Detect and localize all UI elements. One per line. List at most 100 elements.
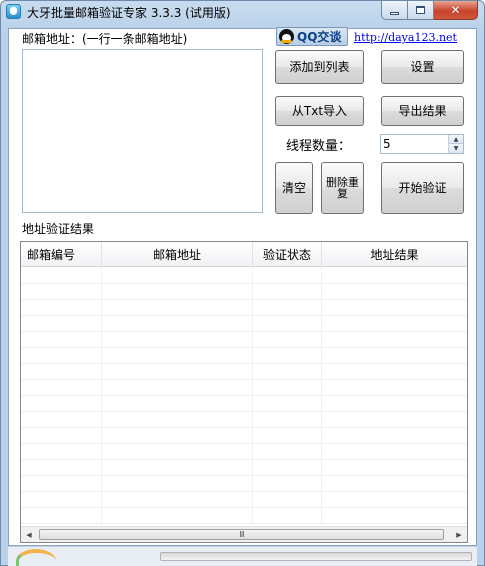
table-cell: [102, 428, 253, 444]
table-row: [21, 396, 467, 412]
table-cell: [253, 332, 322, 348]
table-cell: [253, 364, 322, 380]
table-cell: [253, 348, 322, 364]
table-cell: [102, 476, 253, 492]
table-cell: [253, 460, 322, 476]
table-cell: [253, 396, 322, 412]
table-cell: [21, 476, 102, 492]
table-cell: [322, 444, 467, 460]
title-bar[interactable]: 大牙批量邮箱验证专家 3.3.3 (试用版) ✕: [1, 1, 484, 23]
table-cell: [253, 380, 322, 396]
table-cell: [102, 348, 253, 364]
results-group-label: 地址验证结果: [22, 222, 95, 236]
close-icon: ✕: [450, 3, 461, 17]
table-row: [21, 364, 467, 380]
progress-bar: [160, 552, 472, 561]
table-cell: [253, 412, 322, 428]
status-logo-icon: [16, 549, 56, 566]
qq-chat-button[interactable]: QQ交谈: [276, 27, 348, 46]
table-cell: [21, 412, 102, 428]
spinner-up-icon[interactable]: ▲: [449, 135, 463, 144]
table-row: [21, 492, 467, 508]
table-row: [21, 300, 467, 316]
table-cell: [253, 428, 322, 444]
table-row: [21, 476, 467, 492]
table-cell: [253, 284, 322, 300]
spinner-arrows: ▲ ▼: [448, 135, 463, 153]
table-cell: [102, 508, 253, 524]
minimize-icon: [390, 11, 399, 15]
table-cell: [322, 460, 467, 476]
table-cell: [322, 492, 467, 508]
table-cell: [102, 332, 253, 348]
column-header-verify-status[interactable]: 验证状态: [253, 242, 322, 267]
table-cell: [21, 428, 102, 444]
scroll-left-icon[interactable]: ◀: [21, 527, 37, 542]
table-cell: [102, 396, 253, 412]
table-cell: [102, 364, 253, 380]
maximize-button[interactable]: [408, 1, 434, 20]
email-list-textarea[interactable]: [22, 49, 263, 213]
column-header-email-number[interactable]: 邮箱编号: [21, 242, 102, 267]
table-cell: [21, 300, 102, 316]
website-link[interactable]: http://daya123.net: [354, 31, 457, 44]
column-header-email-address[interactable]: 邮箱地址: [102, 242, 253, 267]
add-to-list-button[interactable]: 添加到列表: [275, 50, 364, 84]
table-cell: [322, 364, 467, 380]
close-button[interactable]: ✕: [434, 1, 478, 20]
scroll-right-icon[interactable]: ▶: [451, 527, 467, 542]
table-cell: [322, 332, 467, 348]
email-input-label: 邮箱地址：(一行一条邮箱地址): [22, 32, 188, 46]
settings-button[interactable]: 设置: [381, 50, 464, 84]
table-cell: [102, 284, 253, 300]
table-cell: [102, 380, 253, 396]
table-row: [21, 508, 467, 524]
table-cell: [102, 268, 253, 284]
spinner-down-icon[interactable]: ▼: [449, 144, 463, 153]
table-row: [21, 412, 467, 428]
import-txt-button[interactable]: 从Txt导入: [275, 96, 364, 126]
table-cell: [253, 300, 322, 316]
table-row: [21, 268, 467, 284]
scroll-thumb[interactable]: Ⅲ: [39, 529, 444, 540]
table-cell: [21, 332, 102, 348]
table-cell: [21, 348, 102, 364]
table-cell: [102, 444, 253, 460]
thread-count-label: 线程数量：: [286, 139, 352, 154]
table-cell: [322, 396, 467, 412]
export-results-button[interactable]: 导出结果: [381, 96, 464, 126]
table-cell: [253, 316, 322, 332]
table-cell: [322, 284, 467, 300]
results-table[interactable]: 邮箱编号 邮箱地址 验证状态 地址结果 ◀ Ⅲ ▶: [20, 241, 468, 543]
caption-buttons: ✕: [381, 1, 478, 20]
qq-chat-label: QQ交谈: [297, 30, 342, 44]
thread-count-spinner[interactable]: 5 ▲ ▼: [380, 134, 464, 154]
horizontal-scrollbar[interactable]: ◀ Ⅲ ▶: [21, 526, 467, 542]
clear-button[interactable]: 清空: [275, 162, 313, 214]
table-cell: [21, 380, 102, 396]
window-title: 大牙批量邮箱验证专家 3.3.3 (试用版): [27, 6, 231, 20]
table-cell: [102, 412, 253, 428]
table-cell: [102, 316, 253, 332]
start-verify-button[interactable]: 开始验证: [381, 162, 464, 214]
thread-count-value[interactable]: 5: [383, 137, 391, 151]
maximize-icon: [416, 6, 425, 14]
table-cell: [253, 444, 322, 460]
table-cell: [102, 460, 253, 476]
remove-duplicates-button[interactable]: 删除重复: [321, 162, 364, 214]
table-cell: [322, 268, 467, 284]
scroll-grip-icon: Ⅲ: [239, 530, 244, 539]
table-cell: [21, 396, 102, 412]
table-cell: [253, 492, 322, 508]
column-header-address-result[interactable]: 地址结果: [322, 242, 467, 267]
table-cell: [102, 300, 253, 316]
table-body: [21, 268, 467, 526]
table-cell: [322, 428, 467, 444]
table-cell: [21, 508, 102, 524]
table-cell: [322, 300, 467, 316]
qq-penguin-icon: [279, 29, 294, 44]
minimize-button[interactable]: [381, 1, 408, 20]
table-cell: [21, 284, 102, 300]
table-cell: [21, 460, 102, 476]
table-cell: [322, 412, 467, 428]
